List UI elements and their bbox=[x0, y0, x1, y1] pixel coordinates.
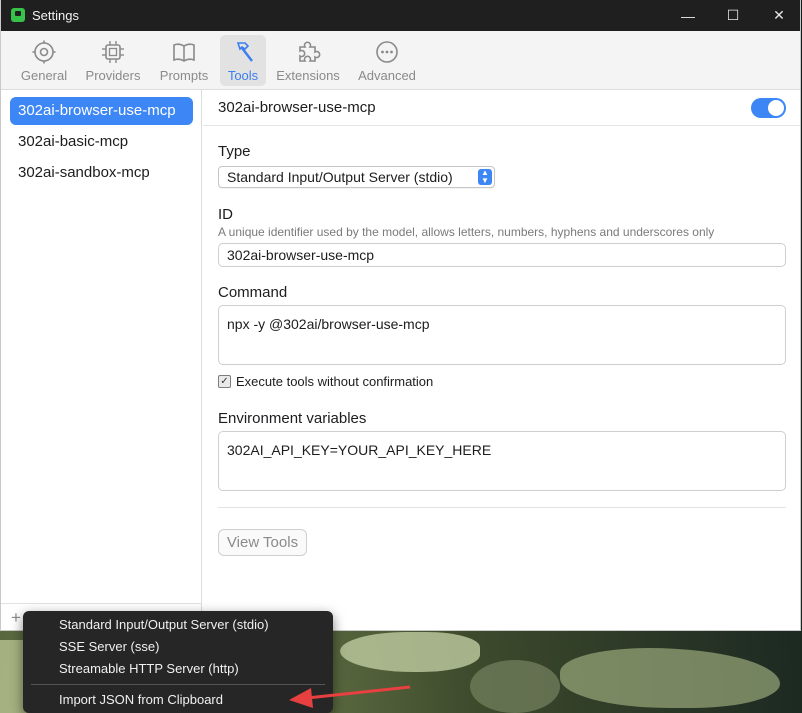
settings-window: Settings — ☐ ✕ General Providers Prompts… bbox=[0, 0, 801, 631]
server-name: 302ai-browser-use-mcp bbox=[218, 99, 376, 116]
settings-toolbar: General Providers Prompts Tools Extensio… bbox=[1, 31, 800, 90]
annotation-arrow-icon bbox=[289, 685, 411, 708]
tab-advanced[interactable]: Advanced bbox=[351, 35, 423, 86]
puzzle-icon bbox=[299, 41, 321, 62]
id-label: ID bbox=[218, 206, 233, 223]
type-select[interactable]: Standard Input/Output Server (stdio) ▲ ▼ bbox=[218, 166, 495, 188]
menu-item-sse[interactable]: SSE Server (sse) bbox=[59, 639, 159, 654]
menu-item-import-json[interactable]: Import JSON from Clipboard bbox=[59, 692, 223, 707]
window-title: Settings bbox=[32, 8, 79, 23]
tab-label: Advanced bbox=[358, 68, 416, 83]
book-icon bbox=[173, 43, 195, 62]
menu-item-stdio[interactable]: Standard Input/Output Server (stdio) bbox=[59, 617, 269, 632]
execute-without-confirmation-checkbox[interactable]: ✓ bbox=[218, 375, 231, 388]
toggle-knob bbox=[768, 100, 784, 116]
app-icon bbox=[11, 8, 25, 22]
desktop-wallpaper-shape bbox=[470, 660, 560, 713]
server-detail-panel: 302ai-browser-use-mcp Type Standard Inpu… bbox=[203, 90, 800, 630]
desktop-wallpaper-shape bbox=[340, 632, 480, 672]
server-item[interactable]: 302ai-sandbox-mcp bbox=[10, 159, 193, 187]
tab-label: Prompts bbox=[159, 68, 209, 83]
server-item[interactable]: 302ai-basic-mcp bbox=[10, 128, 193, 156]
gear-icon bbox=[32, 40, 56, 64]
minimize-button[interactable]: — bbox=[665, 0, 711, 31]
tab-label: Tools bbox=[227, 68, 259, 83]
command-field[interactable]: npx -y @302ai/browser-use-mcp bbox=[218, 305, 786, 365]
tab-providers[interactable]: Providers bbox=[81, 35, 145, 86]
server-item[interactable]: 302ai-browser-use-mcp bbox=[10, 97, 193, 125]
tab-label: Providers bbox=[85, 68, 141, 83]
ellipsis-icon bbox=[376, 41, 398, 63]
close-button[interactable]: ✕ bbox=[756, 0, 800, 31]
desktop-wallpaper-shape bbox=[560, 648, 780, 708]
maximize-button[interactable]: ☐ bbox=[710, 0, 756, 31]
menu-separator bbox=[31, 684, 325, 685]
tab-general[interactable]: General bbox=[15, 35, 73, 86]
add-server-button[interactable]: + bbox=[11, 608, 21, 628]
id-hint: A unique identifier used by the model, a… bbox=[218, 225, 715, 239]
view-tools-button[interactable]: View Tools bbox=[218, 529, 307, 556]
server-list: 302ai-browser-use-mcp 302ai-basic-mcp 30… bbox=[1, 90, 202, 630]
execute-without-confirmation-row[interactable]: ✓ Execute tools without confirmation bbox=[218, 374, 433, 389]
tab-label: Extensions bbox=[276, 68, 340, 83]
env-label: Environment variables bbox=[218, 410, 367, 427]
env-field[interactable]: 302AI_API_KEY=YOUR_API_KEY_HERE bbox=[218, 431, 786, 491]
server-detail-header: 302ai-browser-use-mcp bbox=[203, 90, 800, 126]
hammer-icon bbox=[236, 42, 253, 62]
id-field[interactable]: 302ai-browser-use-mcp bbox=[218, 243, 786, 267]
server-enabled-toggle[interactable] bbox=[751, 98, 786, 118]
type-label: Type bbox=[218, 143, 251, 160]
updown-chevron-icon: ▲ ▼ bbox=[478, 169, 492, 185]
tab-label: General bbox=[20, 68, 68, 83]
menu-item-http[interactable]: Streamable HTTP Server (http) bbox=[59, 661, 239, 676]
divider bbox=[218, 507, 786, 508]
type-select-value: Standard Input/Output Server (stdio) bbox=[227, 169, 453, 185]
tab-prompts[interactable]: Prompts bbox=[153, 35, 215, 86]
execute-without-confirmation-label: Execute tools without confirmation bbox=[236, 374, 434, 389]
chip-icon bbox=[102, 41, 124, 63]
tab-tools[interactable]: Tools bbox=[220, 35, 266, 86]
title-bar: Settings — ☐ ✕ bbox=[1, 0, 800, 31]
tab-extensions[interactable]: Extensions bbox=[271, 35, 345, 86]
command-label: Command bbox=[218, 284, 288, 301]
